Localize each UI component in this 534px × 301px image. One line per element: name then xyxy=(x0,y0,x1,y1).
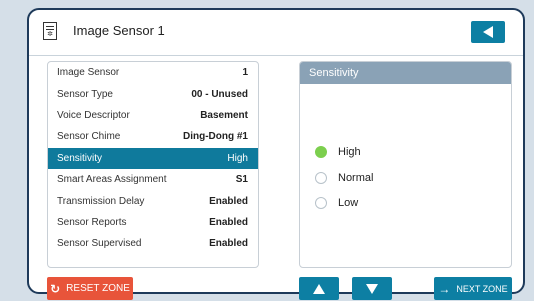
list-item-value: Enabled xyxy=(209,195,248,207)
sensitivity-option-normal[interactable]: Normal xyxy=(315,172,373,184)
list-item-transmission-delay[interactable]: Transmission Delay Enabled xyxy=(48,190,258,211)
back-arrow-icon xyxy=(483,26,493,38)
list-item-sensitivity[interactable]: Sensitivity High xyxy=(48,147,258,169)
list-item-label: Sensor Reports xyxy=(57,216,127,228)
list-item-value: S1 xyxy=(235,174,248,186)
up-arrow-icon xyxy=(313,283,325,294)
option-label: Low xyxy=(338,197,359,209)
list-item-label: Smart Areas Assignment xyxy=(57,174,167,186)
icon-glyph: ✲ xyxy=(47,31,53,38)
down-arrow-icon xyxy=(366,283,378,294)
list-item-image-sensor[interactable]: Image Sensor 1 xyxy=(48,62,258,83)
list-item-value: Enabled xyxy=(209,238,248,250)
radio-unselected-icon[interactable] xyxy=(315,197,327,209)
icon-line xyxy=(46,29,54,30)
radio-unselected-icon[interactable] xyxy=(315,172,327,184)
radio-selected-icon[interactable] xyxy=(315,146,327,158)
option-label: Normal xyxy=(338,172,374,184)
sensitivity-panel: Sensitivity High Normal Low xyxy=(299,61,512,268)
list-item-label: Sensor Type xyxy=(57,88,113,100)
image-sensor-icon: ✲ xyxy=(43,22,57,40)
header-divider xyxy=(29,55,523,56)
sensitivity-option-low[interactable]: Low xyxy=(315,197,358,209)
list-item-label: Voice Descriptor xyxy=(57,109,130,121)
back-button[interactable] xyxy=(471,21,505,43)
sensor-settings-list: Image Sensor 1 Sensor Type 00 - Unused V… xyxy=(47,61,259,268)
list-item-label: Sensor Chime xyxy=(57,131,121,143)
list-item-label: Sensitivity xyxy=(57,152,103,164)
next-zone-button[interactable]: → NEXT ZONE xyxy=(434,277,512,300)
image-sensor-panel: ✲ Image Sensor 1 Image Sensor 1 Sensor T… xyxy=(27,8,525,300)
list-item-value: 1 xyxy=(242,67,248,79)
list-item-value: Enabled xyxy=(209,216,248,228)
list-item-smart-areas[interactable]: Smart Areas Assignment S1 xyxy=(48,169,258,190)
list-item-voice-descriptor[interactable]: Voice Descriptor Basement xyxy=(48,105,258,126)
next-zone-label: NEXT ZONE xyxy=(456,283,508,294)
list-item-label: Transmission Delay xyxy=(57,195,145,207)
scroll-up-button[interactable] xyxy=(299,277,339,300)
scroll-down-button[interactable] xyxy=(352,277,392,300)
right-arrow-icon: → xyxy=(438,281,451,296)
list-item-sensor-type[interactable]: Sensor Type 00 - Unused xyxy=(48,83,258,104)
list-item-sensor-chime[interactable]: Sensor Chime Ding-Dong #1 xyxy=(48,126,258,147)
page-title: Image Sensor 1 xyxy=(73,23,165,38)
option-label: High xyxy=(338,146,361,158)
list-item-sensor-supervised[interactable]: Sensor Supervised Enabled xyxy=(48,233,258,254)
list-item-sensor-reports[interactable]: Sensor Reports Enabled xyxy=(48,212,258,233)
list-item-value: Ding-Dong #1 xyxy=(183,131,248,143)
list-item-label: Sensor Supervised xyxy=(57,238,142,250)
sensitivity-option-high[interactable]: High xyxy=(315,146,361,158)
list-item-value: 00 - Unused xyxy=(191,88,248,100)
reset-zone-label: RESET ZONE xyxy=(66,283,130,294)
sensitivity-panel-title: Sensitivity xyxy=(300,62,511,84)
list-item-value: High xyxy=(227,152,248,164)
reset-zone-button[interactable]: ↻ RESET ZONE xyxy=(47,277,133,300)
icon-line xyxy=(46,26,54,27)
list-item-label: Image Sensor xyxy=(57,67,120,79)
refresh-icon: ↻ xyxy=(50,281,61,296)
list-item-value: Basement xyxy=(200,109,248,121)
